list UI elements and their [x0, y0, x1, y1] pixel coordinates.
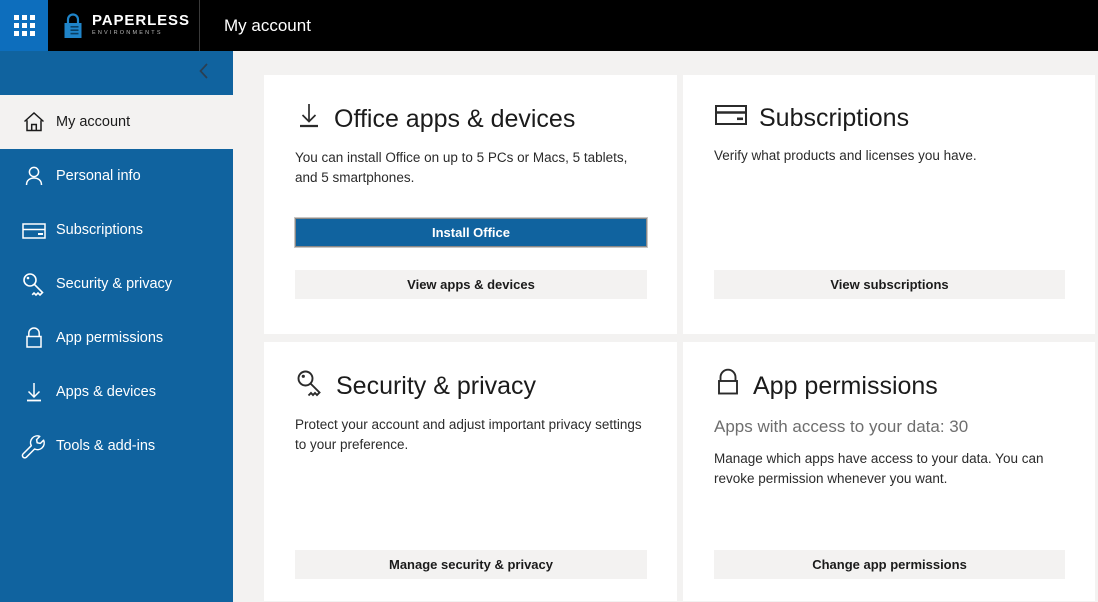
sidebar-item-app-permissions[interactable]: App permissions [0, 311, 233, 365]
sidebar-item-label: Security & privacy [56, 276, 173, 292]
credit-card-icon [12, 218, 56, 242]
brand-name: PAPERLESS [92, 12, 190, 29]
card-grid: Office apps & devices You can install Of… [264, 75, 1098, 601]
top-header-bar: PAPERLESS ENVIRONMENTS My account [0, 0, 1098, 51]
sidebar-item-label: Subscriptions [56, 222, 144, 238]
primary-button-area: Install Office [294, 217, 648, 248]
download-icon [12, 380, 56, 404]
view-apps-devices-button[interactable]: View apps & devices [295, 270, 647, 299]
page-title: My account [224, 15, 311, 35]
manage-security-privacy-button[interactable]: Manage security & privacy [295, 550, 647, 579]
card-subtitle: Apps with access to your data: 30 [714, 417, 969, 436]
card-security-privacy: Security & privacy Protect your account … [264, 342, 677, 601]
sidebar-item-subscriptions[interactable]: Subscriptions [0, 203, 233, 257]
sidebar-nav: My account Personal info Subscriptions S… [0, 51, 233, 602]
main-content: Office apps & devices You can install Of… [233, 51, 1098, 602]
sidebar-item-label: Personal info [56, 168, 141, 184]
sidebar-item-label: Tools & add-ins [56, 438, 156, 454]
sidebar-item-label: My account [56, 114, 131, 130]
credit-card-icon [714, 101, 748, 134]
install-office-button[interactable]: Install Office [294, 217, 648, 248]
key-icon [12, 271, 56, 297]
app-launcher-button[interactable] [0, 0, 48, 51]
secondary-button-area: Change app permissions [714, 550, 1065, 579]
card-app-permissions: App permissions Apps with access to your… [683, 342, 1095, 601]
card-title: App permissions [753, 371, 938, 400]
sidebar-item-apps-devices[interactable]: Apps & devices [0, 365, 233, 419]
key-icon [295, 368, 325, 403]
secondary-button-area: View apps & devices [295, 270, 647, 299]
card-header: Subscriptions [714, 101, 1065, 134]
home-icon [12, 110, 56, 134]
card-header: App permissions [714, 368, 1065, 403]
card-title: Security & privacy [336, 371, 537, 400]
account-page: PAPERLESS ENVIRONMENTS My account My acc… [0, 0, 1098, 602]
card-header: Office apps & devices [295, 101, 647, 136]
sidebar-item-my-account[interactable]: My account [0, 95, 233, 149]
brand-subtitle: ENVIRONMENTS [92, 30, 163, 36]
sidebar-item-tools-addins[interactable]: Tools & add-ins [0, 419, 233, 473]
card-title: Subscriptions [759, 103, 910, 132]
change-app-permissions-button[interactable]: Change app permissions [714, 550, 1065, 579]
secondary-button-area: View subscriptions [714, 270, 1065, 299]
app-launcher-waffle-icon [13, 15, 35, 36]
view-subscriptions-button[interactable]: View subscriptions [714, 270, 1065, 299]
brand-logo[interactable]: PAPERLESS ENVIRONMENTS [48, 0, 200, 51]
sidebar-item-security-privacy[interactable]: Security & privacy [0, 257, 233, 311]
card-description: Verify what products and licenses you ha… [714, 148, 977, 163]
chevron-left-icon [197, 61, 211, 86]
padlock-icon [62, 12, 84, 40]
card-description: Protect your account and adjust importan… [295, 417, 642, 452]
card-title: Office apps & devices [334, 104, 576, 133]
card-header: Security & privacy [295, 368, 647, 403]
card-description: Manage which apps have access to your da… [714, 451, 1044, 486]
sidebar-collapse-button[interactable] [0, 51, 233, 95]
download-icon [295, 101, 323, 136]
sidebar-item-label: App permissions [56, 330, 164, 346]
wrench-icon [12, 433, 56, 459]
card-description: You can install Office on up to 5 PCs or… [295, 150, 628, 185]
card-subscriptions: Subscriptions Verify what products and l… [683, 75, 1095, 334]
person-icon [12, 164, 56, 188]
secondary-button-area: Manage security & privacy [295, 550, 647, 579]
sidebar-item-label: Apps & devices [56, 384, 156, 400]
sidebar-item-personal-info[interactable]: Personal info [0, 149, 233, 203]
card-office-apps-devices: Office apps & devices You can install Of… [264, 75, 677, 334]
lock-icon [12, 326, 56, 350]
lock-icon [714, 368, 742, 403]
